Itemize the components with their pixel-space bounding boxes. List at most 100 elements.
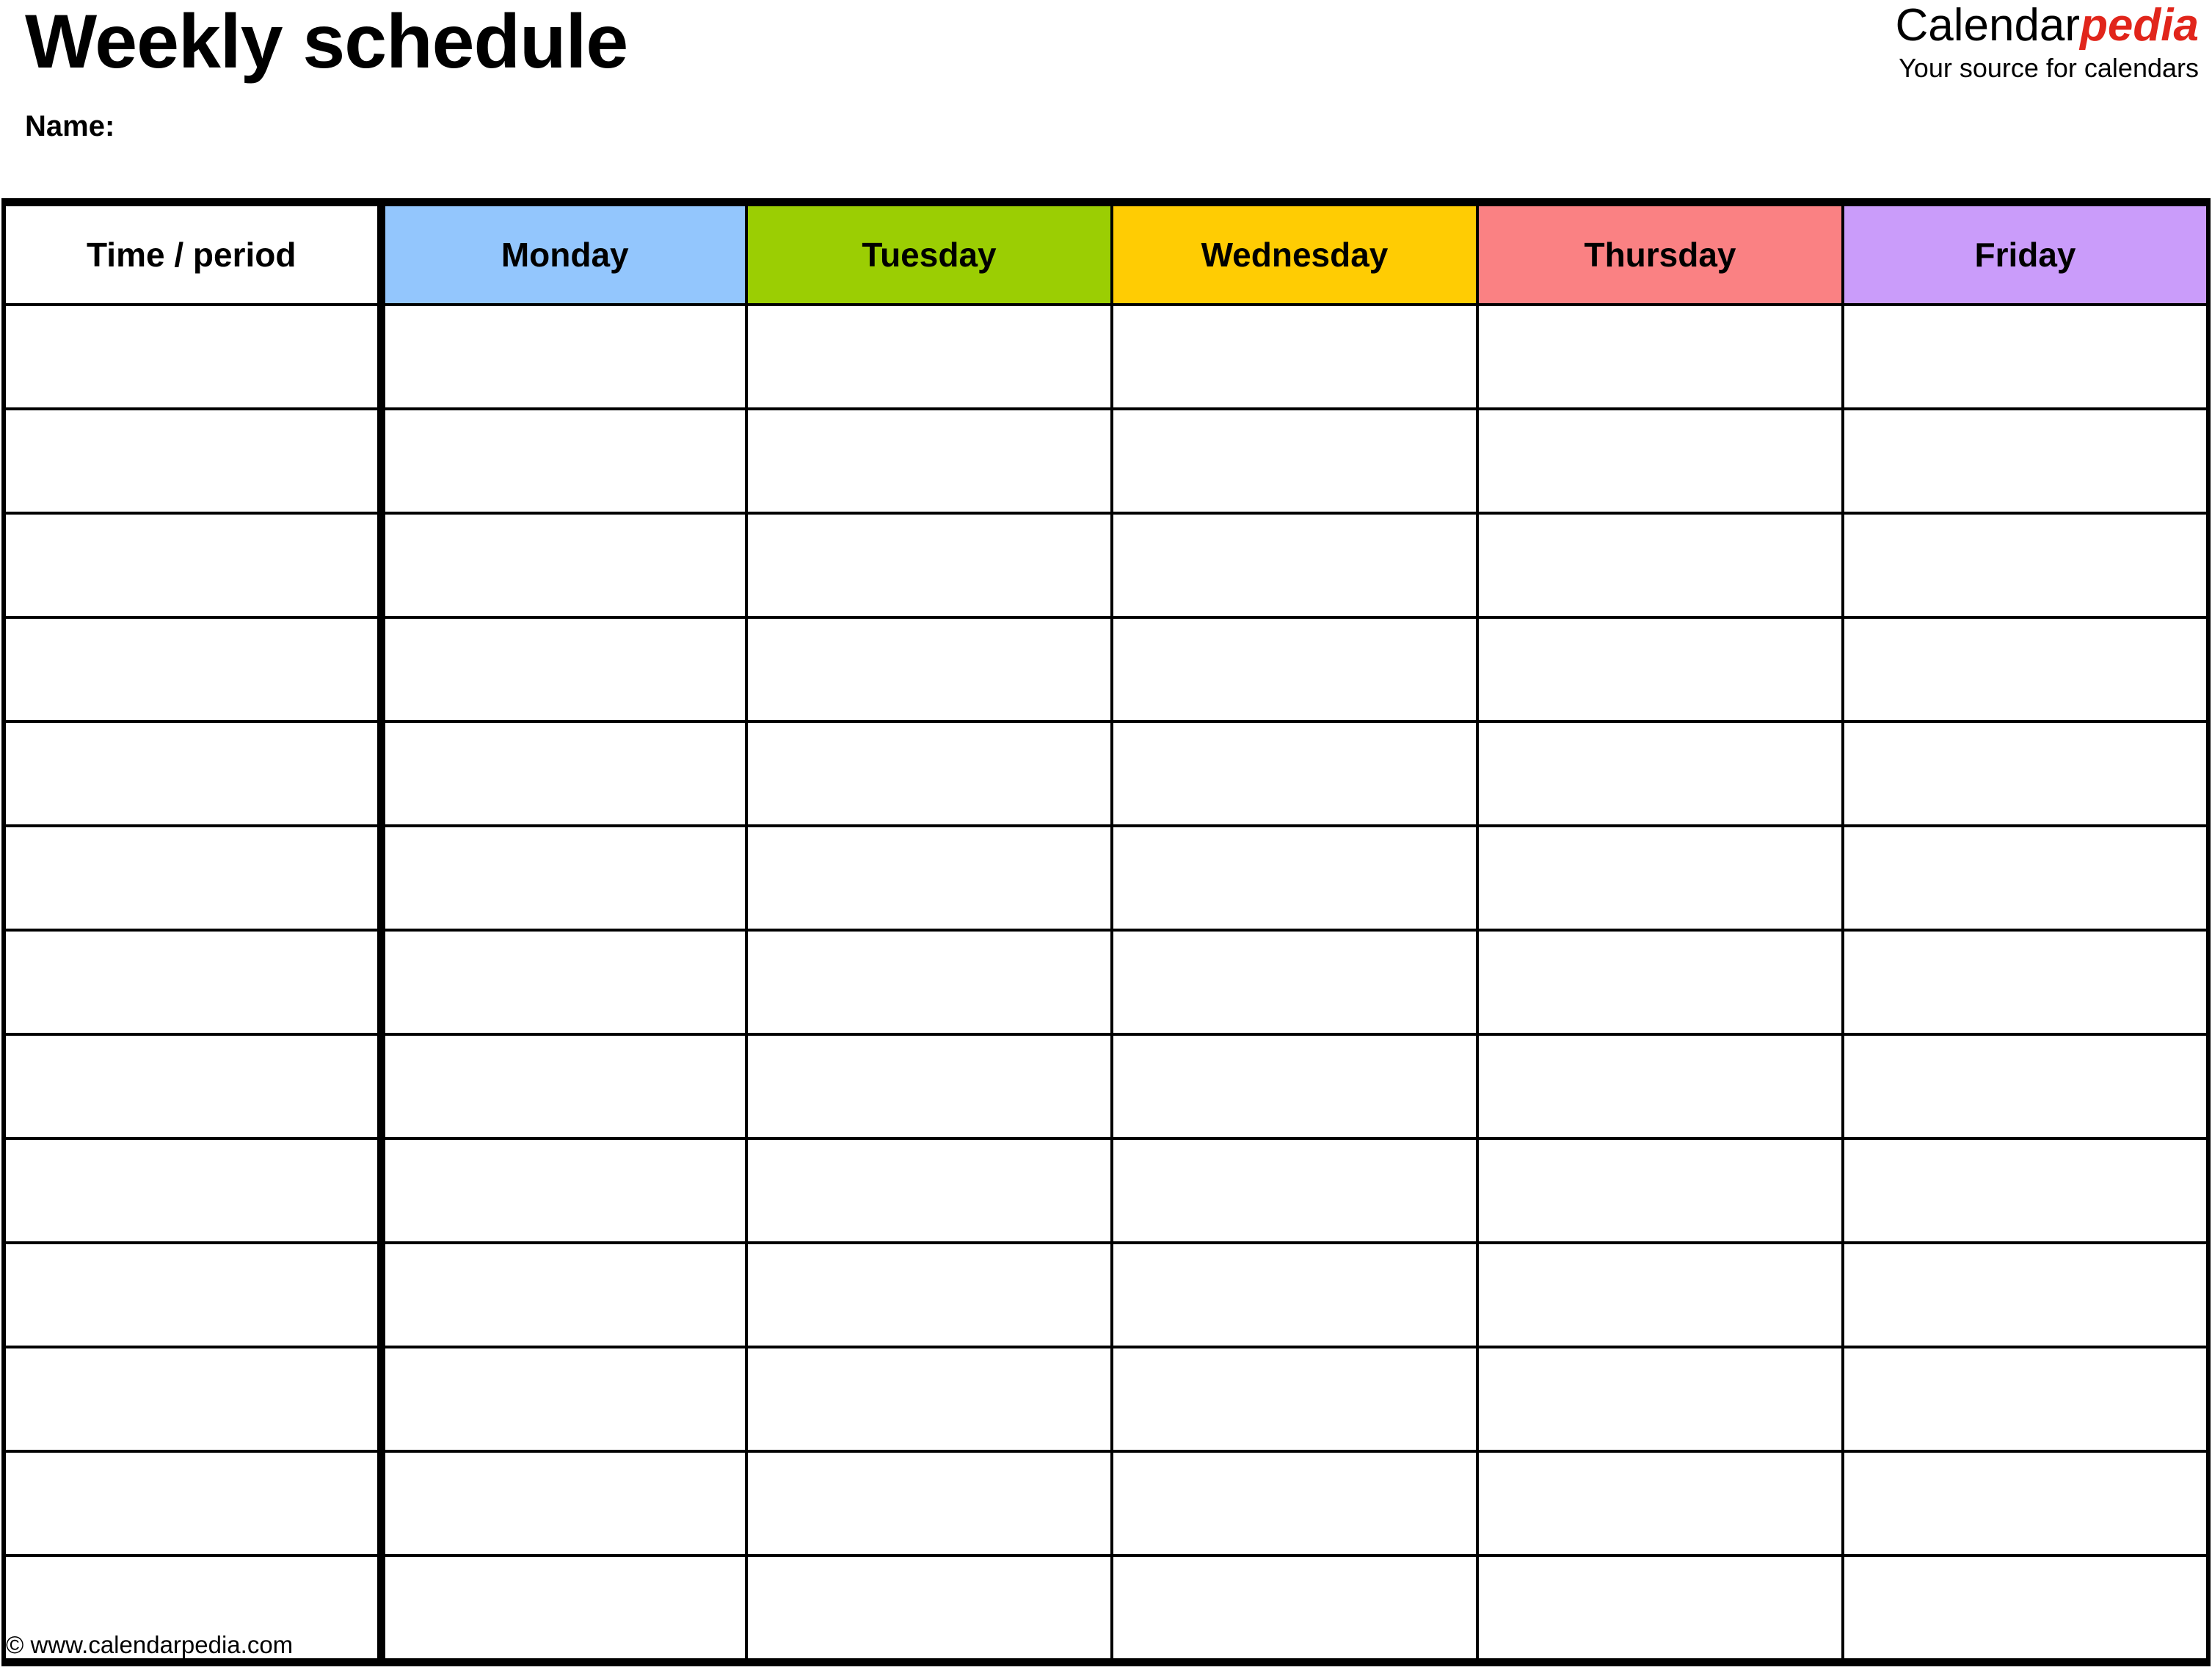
cell-thursday[interactable]	[1476, 1241, 1844, 1348]
cell-wednesday[interactable]	[1110, 1241, 1479, 1348]
column-header-monday: Monday	[379, 200, 748, 306]
cell-friday[interactable]	[1841, 720, 2210, 827]
cell-wednesday[interactable]	[1110, 616, 1479, 723]
cell-time-period[interactable]	[4, 929, 385, 1036]
table-row	[4, 616, 2210, 723]
table-row	[4, 1450, 2210, 1557]
cell-thursday[interactable]	[1476, 1450, 1844, 1557]
cell-tuesday[interactable]	[745, 1241, 1113, 1348]
cell-friday[interactable]	[1841, 929, 2210, 1036]
cell-monday[interactable]	[379, 1554, 748, 1664]
calendarpedia-logo: Calendarpedia Your source for calendars	[1895, 1, 2199, 83]
cell-wednesday[interactable]	[1110, 824, 1479, 932]
cell-wednesday[interactable]	[1110, 929, 1479, 1036]
cell-friday[interactable]	[1841, 824, 2210, 932]
cell-monday[interactable]	[379, 720, 748, 827]
table-row	[4, 1033, 2210, 1140]
cell-tuesday[interactable]	[745, 303, 1113, 410]
cell-friday[interactable]	[1841, 303, 2210, 410]
cell-thursday[interactable]	[1476, 824, 1844, 932]
name-field-label: Name:	[25, 110, 115, 142]
cell-wednesday[interactable]	[1110, 720, 1479, 827]
cell-tuesday[interactable]	[745, 1137, 1113, 1244]
cell-thursday[interactable]	[1476, 720, 1844, 827]
column-header-thursday: Thursday	[1476, 200, 1844, 306]
cell-monday[interactable]	[379, 407, 748, 515]
table-row	[4, 1346, 2210, 1453]
cell-wednesday[interactable]	[1110, 1554, 1479, 1664]
cell-monday[interactable]	[379, 824, 748, 932]
cell-wednesday[interactable]	[1110, 512, 1479, 619]
cell-thursday[interactable]	[1476, 303, 1844, 410]
cell-friday[interactable]	[1841, 1137, 2210, 1244]
cell-friday[interactable]	[1841, 1450, 2210, 1557]
cell-time-period[interactable]	[4, 1137, 385, 1244]
cell-monday[interactable]	[379, 1346, 748, 1453]
cell-monday[interactable]	[379, 512, 748, 619]
cell-time-period[interactable]	[4, 1450, 385, 1557]
brand-name-accent: pedia	[2080, 0, 2199, 51]
cell-tuesday[interactable]	[745, 407, 1113, 515]
cell-time-period[interactable]	[4, 1346, 385, 1453]
cell-friday[interactable]	[1841, 1554, 2210, 1664]
cell-time-period[interactable]	[4, 512, 385, 619]
cell-tuesday[interactable]	[745, 1346, 1113, 1453]
cell-wednesday[interactable]	[1110, 303, 1479, 410]
table-row	[4, 1137, 2210, 1244]
cell-time-period[interactable]	[4, 720, 385, 827]
cell-friday[interactable]	[1841, 512, 2210, 619]
cell-monday[interactable]	[379, 616, 748, 723]
cell-tuesday[interactable]	[745, 929, 1113, 1036]
cell-monday[interactable]	[379, 303, 748, 410]
table-row	[4, 929, 2210, 1036]
cell-monday[interactable]	[379, 1450, 748, 1557]
cell-wednesday[interactable]	[1110, 407, 1479, 515]
cell-tuesday[interactable]	[745, 1033, 1113, 1140]
cell-monday[interactable]	[379, 929, 748, 1036]
cell-thursday[interactable]	[1476, 512, 1844, 619]
footer-copyright: © www.calendarpedia.com	[6, 1631, 294, 1658]
table-row	[4, 824, 2210, 932]
cell-tuesday[interactable]	[745, 1450, 1113, 1557]
cell-friday[interactable]	[1841, 1033, 2210, 1140]
cell-time-period[interactable]	[4, 407, 385, 515]
cell-wednesday[interactable]	[1110, 1033, 1479, 1140]
cell-wednesday[interactable]	[1110, 1450, 1479, 1557]
cell-tuesday[interactable]	[745, 720, 1113, 827]
weekly-schedule-page: Weekly schedule Name: Calendarpedia Your…	[0, 0, 2212, 1670]
table-row	[4, 303, 2210, 410]
cell-time-period[interactable]	[4, 616, 385, 723]
cell-tuesday[interactable]	[745, 512, 1113, 619]
column-header-wednesday: Wednesday	[1110, 200, 1479, 306]
brand-name-primary: Calendar	[1895, 0, 2081, 51]
brand-wordmark: Calendarpedia	[1895, 1, 2199, 51]
cell-thursday[interactable]	[1476, 1346, 1844, 1453]
cell-thursday[interactable]	[1476, 1554, 1844, 1664]
cell-friday[interactable]	[1841, 407, 2210, 515]
cell-thursday[interactable]	[1476, 1137, 1844, 1244]
cell-tuesday[interactable]	[745, 616, 1113, 723]
table-row	[4, 407, 2210, 515]
cell-tuesday[interactable]	[745, 824, 1113, 932]
cell-time-period[interactable]	[4, 824, 385, 932]
cell-thursday[interactable]	[1476, 1033, 1844, 1140]
cell-monday[interactable]	[379, 1033, 748, 1140]
cell-friday[interactable]	[1841, 1241, 2210, 1348]
cell-time-period[interactable]	[4, 1241, 385, 1348]
cell-monday[interactable]	[379, 1241, 748, 1348]
cell-monday[interactable]	[379, 1137, 748, 1244]
cell-wednesday[interactable]	[1110, 1346, 1479, 1453]
page-header: Weekly schedule Name: Calendarpedia Your…	[0, 0, 2212, 198]
cell-thursday[interactable]	[1476, 616, 1844, 723]
cell-wednesday[interactable]	[1110, 1137, 1479, 1244]
cell-thursday[interactable]	[1476, 407, 1844, 515]
cell-friday[interactable]	[1841, 1346, 2210, 1453]
cell-thursday[interactable]	[1476, 929, 1844, 1036]
cell-friday[interactable]	[1841, 616, 2210, 723]
table-header-row: Time / period Monday Tuesday Wednesday T…	[4, 200, 2210, 306]
table-row	[4, 1241, 2210, 1348]
cell-time-period[interactable]	[4, 303, 385, 410]
table-body	[4, 303, 2210, 1664]
cell-tuesday[interactable]	[745, 1554, 1113, 1664]
cell-time-period[interactable]	[4, 1033, 385, 1140]
